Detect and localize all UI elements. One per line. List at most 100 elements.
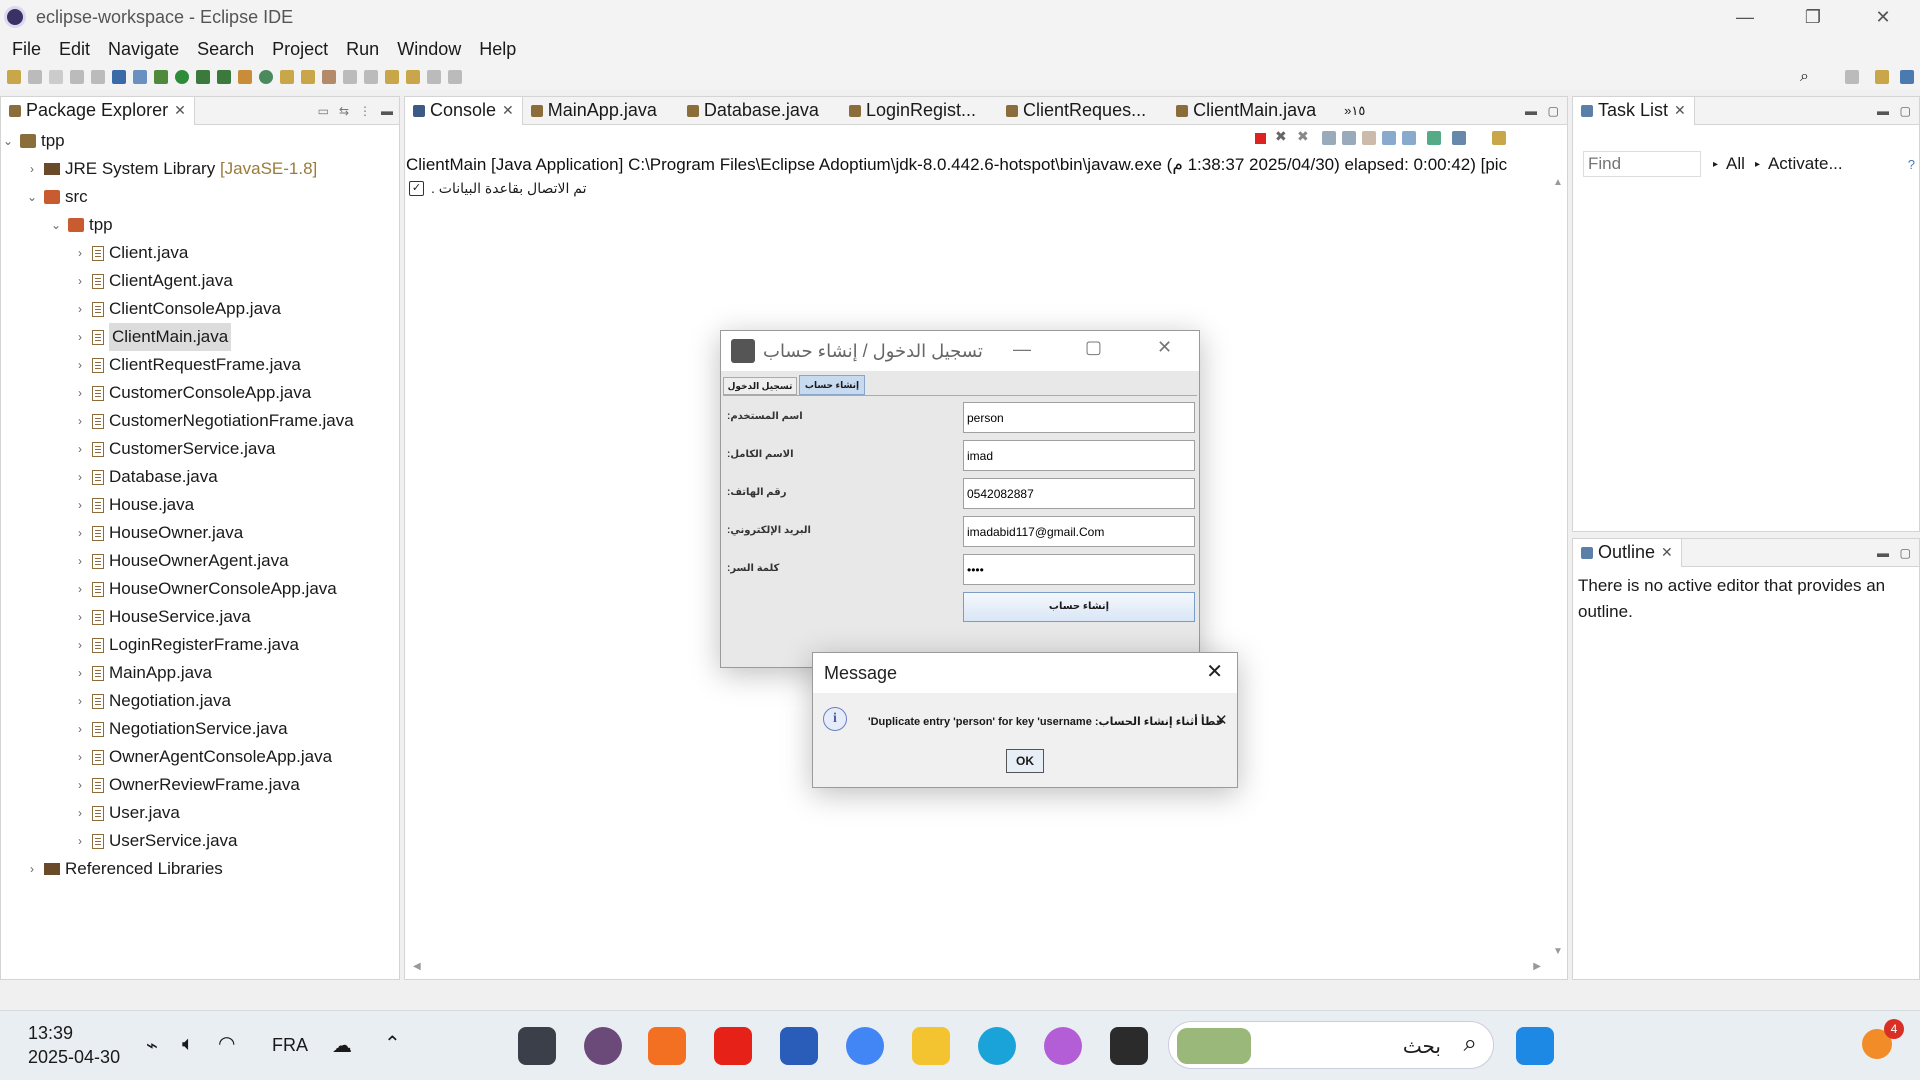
save-all-icon[interactable]: [49, 70, 63, 84]
tree-src[interactable]: ⌄ src: [1, 183, 399, 211]
chevron-right-icon[interactable]: ›: [73, 239, 87, 267]
onedrive-icon[interactable]: ☁: [332, 1033, 352, 1058]
close-button[interactable]: ✕: [1853, 0, 1913, 34]
clear-console-icon[interactable]: [1322, 131, 1336, 145]
save-icon[interactable]: [28, 70, 42, 84]
display-console-icon[interactable]: [1452, 131, 1466, 145]
tree-file[interactable]: › ClientRequestFrame.java: [1, 351, 399, 379]
clock-date[interactable]: 2025-04-30: [28, 1047, 120, 1068]
tree-file[interactable]: › NegotiationService.java: [1, 715, 399, 743]
tree-file[interactable]: › Client.java: [1, 239, 399, 267]
debug-icon[interactable]: [154, 70, 168, 84]
minimize-view-icon[interactable]: ▬: [381, 104, 393, 118]
chevron-right-icon[interactable]: ›: [73, 715, 87, 743]
tree-file[interactable]: › Database.java: [1, 463, 399, 491]
edge-icon[interactable]: [978, 1027, 1016, 1065]
chevron-right-icon[interactable]: ›: [73, 407, 87, 435]
new-package-icon[interactable]: [238, 70, 252, 84]
open-console-icon[interactable]: [1492, 131, 1506, 145]
close-icon[interactable]: ✕: [174, 102, 186, 119]
chevron-right-icon[interactable]: ›: [73, 659, 87, 687]
new-icon[interactable]: [7, 70, 21, 84]
maximize-button[interactable]: ▢: [1085, 337, 1102, 358]
tree-file[interactable]: › LoginRegisterFrame.java: [1, 631, 399, 659]
menu-window[interactable]: Window: [397, 39, 461, 60]
tab-database[interactable]: Database.java: [679, 97, 827, 125]
chevron-right-icon[interactable]: ›: [73, 603, 87, 631]
minimize-button[interactable]: —: [1013, 339, 1031, 360]
youtube-icon[interactable]: [714, 1027, 752, 1065]
close-icon[interactable]: ✕: [1674, 102, 1686, 119]
search-toolbar-icon[interactable]: [322, 70, 336, 84]
chevron-right-icon[interactable]: ›: [73, 631, 87, 659]
chevron-right-icon[interactable]: ›: [73, 491, 87, 519]
redo-icon[interactable]: [91, 70, 105, 84]
chevron-down-icon[interactable]: ⌄: [25, 183, 39, 211]
tree-file[interactable]: › UserService.java: [1, 827, 399, 855]
pin-editor-icon[interactable]: [448, 70, 462, 84]
email-input[interactable]: [963, 516, 1195, 547]
menu-edit[interactable]: Edit: [59, 39, 90, 60]
wifi-icon[interactable]: ◠: [218, 1031, 235, 1056]
tree-referenced-libraries[interactable]: › Referenced Libraries: [1, 855, 399, 883]
skip-breakpoints-icon[interactable]: [133, 70, 147, 84]
chevron-right-icon[interactable]: ›: [73, 575, 87, 603]
tab-loginregister[interactable]: LoginRegist...: [841, 97, 984, 125]
chevron-right-icon[interactable]: ›: [73, 379, 87, 407]
tab-login[interactable]: تسجيل الدخول: [723, 377, 797, 395]
chevron-right-icon[interactable]: ›: [73, 463, 87, 491]
close-button[interactable]: ✕: [1157, 337, 1172, 358]
chevron-right-icon[interactable]: ›: [25, 155, 39, 183]
run-icon[interactable]: [175, 70, 189, 84]
xampp-icon[interactable]: [648, 1027, 686, 1065]
tab-package-explorer[interactable]: Package Explorer ✕: [1, 96, 195, 125]
menu-search[interactable]: Search: [197, 39, 254, 60]
find-input[interactable]: [1583, 151, 1701, 177]
filter-all[interactable]: All: [1726, 154, 1745, 174]
chevron-up-icon[interactable]: ⌃: [384, 1031, 401, 1056]
minimize-view-icon[interactable]: ▬: [1877, 104, 1889, 118]
tab-overflow[interactable]: »١٥: [1344, 103, 1365, 119]
activate-link[interactable]: Activate...: [1768, 154, 1843, 174]
tree-file[interactable]: › CustomerConsoleApp.java: [1, 379, 399, 407]
file-explorer-icon[interactable]: [912, 1027, 950, 1065]
copilot-icon[interactable]: [1044, 1027, 1082, 1065]
fullname-input[interactable]: [963, 440, 1195, 471]
chevron-down-icon[interactable]: ⌄: [49, 211, 63, 239]
terminal-app-icon[interactable]: [1110, 1027, 1148, 1065]
scroll-left-icon[interactable]: ◀: [413, 961, 421, 972]
prev-annotation-icon[interactable]: [364, 70, 378, 84]
scroll-right-icon[interactable]: ▶: [1533, 961, 1541, 972]
scroll-up-icon[interactable]: ▲: [1553, 177, 1563, 188]
chevron-right-icon[interactable]: ›: [73, 799, 87, 827]
tree-jre[interactable]: › JRE System Library [JavaSE-1.8]: [1, 155, 399, 183]
next-annotation-icon[interactable]: [343, 70, 357, 84]
minimize-button[interactable]: —: [1715, 0, 1775, 34]
tree-file[interactable]: › OwnerAgentConsoleApp.java: [1, 743, 399, 771]
ok-button[interactable]: OK: [1006, 749, 1044, 773]
terminate-icon[interactable]: [1255, 133, 1266, 144]
tree-file[interactable]: › HouseService.java: [1, 603, 399, 631]
java-perspective-icon[interactable]: [1900, 70, 1914, 84]
tab-clientrequest[interactable]: ClientReques...: [998, 97, 1154, 125]
show-stderr-icon[interactable]: [1402, 131, 1416, 145]
username-input[interactable]: [963, 402, 1195, 433]
menu-help[interactable]: Help: [479, 39, 516, 60]
chevron-right-icon[interactable]: ›: [73, 267, 87, 295]
maximize-view-icon[interactable]: ▢: [1900, 104, 1911, 118]
menu-run[interactable]: Run: [346, 39, 379, 60]
word-wrap-icon[interactable]: [1362, 131, 1376, 145]
eclipse-taskbar-icon[interactable]: [584, 1027, 622, 1065]
menu-file[interactable]: File: [12, 39, 41, 60]
close-icon[interactable]: ✕: [502, 102, 514, 119]
tree-file[interactable]: › HouseOwner.java: [1, 519, 399, 547]
remove-launch-icon[interactable]: ✖: [1275, 128, 1287, 145]
chevron-right-icon[interactable]: ›: [73, 519, 87, 547]
pin-console-icon[interactable]: [1427, 131, 1441, 145]
open-perspective-icon[interactable]: [1845, 70, 1859, 84]
tree-file[interactable]: › ClientAgent.java: [1, 267, 399, 295]
chevron-right-icon[interactable]: ›: [73, 827, 87, 855]
close-button[interactable]: ✕: [1206, 659, 1223, 684]
chevron-right-icon[interactable]: ›: [73, 687, 87, 715]
minimize-view-icon[interactable]: ▬: [1525, 104, 1537, 118]
